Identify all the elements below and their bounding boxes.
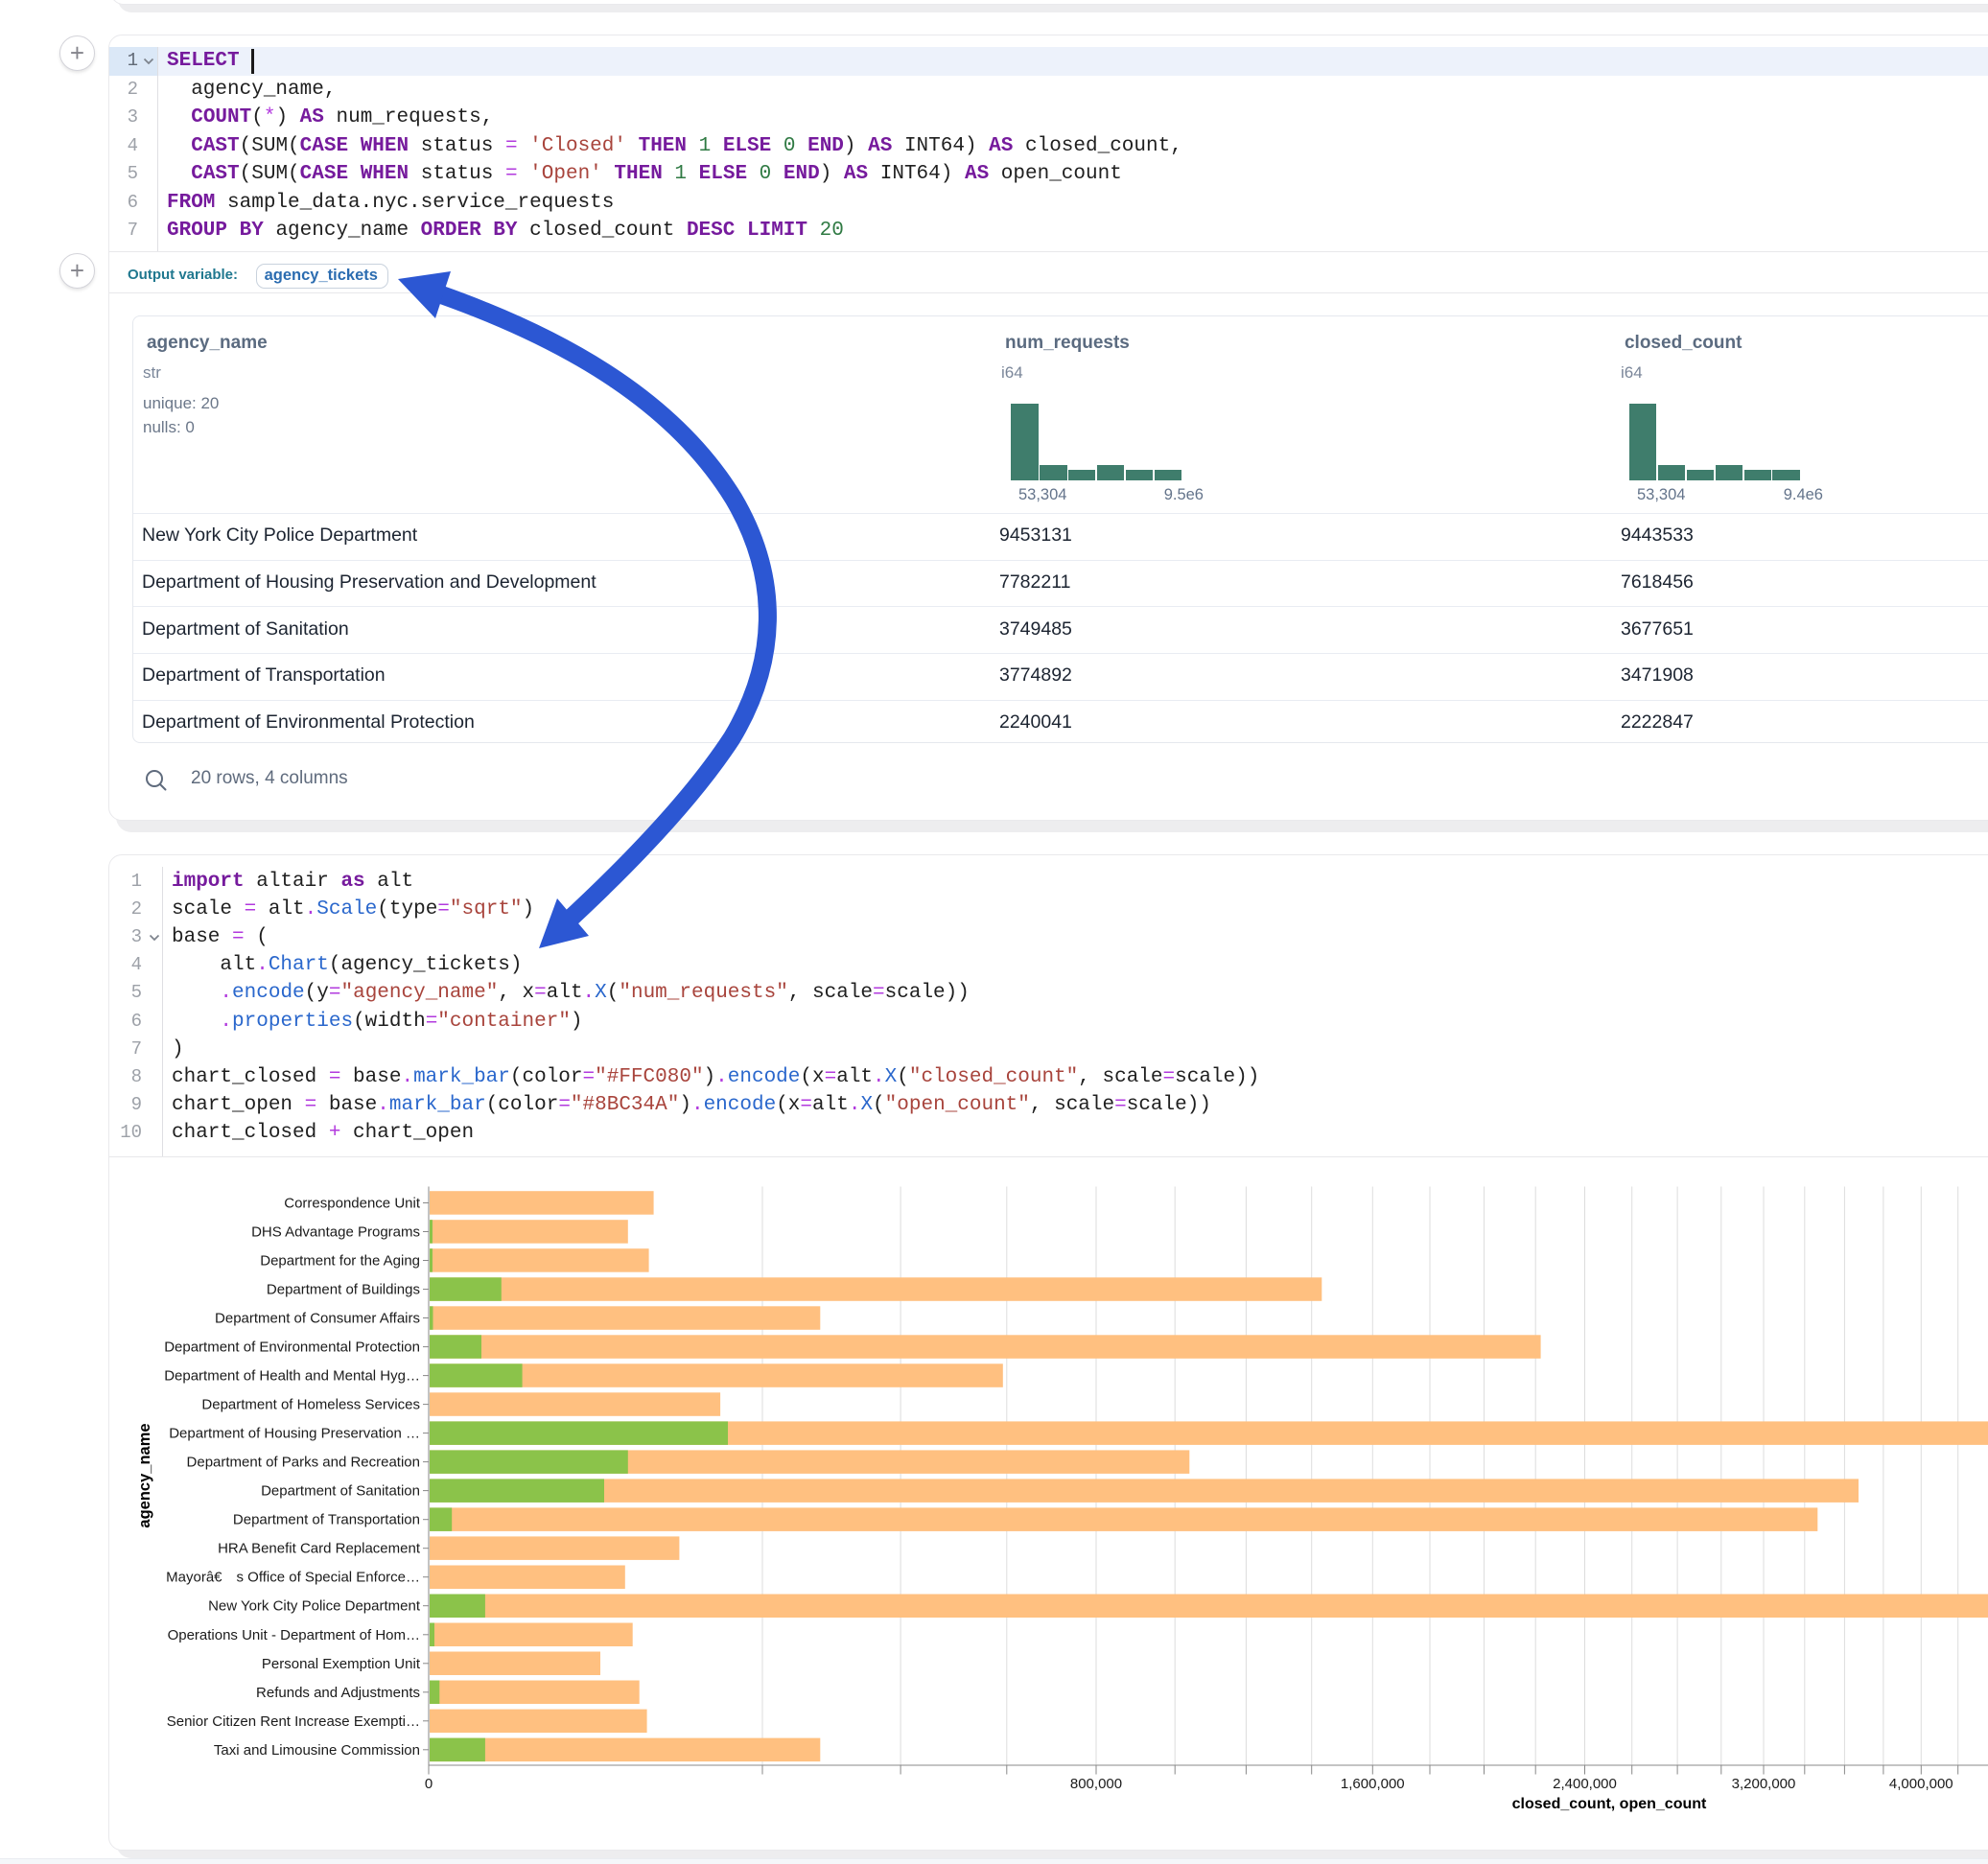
svg-text:Department of Parks and Recrea: Department of Parks and Recreation [187, 1455, 420, 1471]
svg-text:closed_count, open_count: closed_count, open_count [1512, 1796, 1707, 1812]
svg-text:Senior Citizen Rent Increase E: Senior Citizen Rent Increase Exempti… [167, 1713, 420, 1730]
svg-text:4,000,000: 4,000,000 [1889, 1776, 1953, 1792]
svg-text:Department of Environmental Pr: Department of Environmental Protection [164, 1340, 420, 1356]
svg-text:0: 0 [425, 1776, 433, 1792]
svg-text:Mayorâ€ s Office of Special E: Mayorâ€ s Office of Special Enforce… [166, 1570, 420, 1586]
svg-text:Department of Consumer Affairs: Department of Consumer Affairs [215, 1311, 420, 1327]
svg-text:1,600,000: 1,600,000 [1341, 1776, 1405, 1792]
svg-text:Department of Housing Preserva: Department of Housing Preservation … [169, 1426, 420, 1442]
svg-text:DHS Advantage Programs: DHS Advantage Programs [251, 1224, 420, 1241]
svg-text:2,400,000: 2,400,000 [1553, 1776, 1617, 1792]
svg-text:HRA Benefit Card Replacement: HRA Benefit Card Replacement [218, 1541, 421, 1557]
svg-text:Department of Sanitation: Department of Sanitation [261, 1483, 420, 1500]
svg-text:Correspondence Unit: Correspondence Unit [284, 1196, 421, 1212]
svg-text:800,000: 800,000 [1070, 1776, 1122, 1792]
svg-text:agency_name: agency_name [136, 1423, 153, 1527]
svg-text:Department of Transportation: Department of Transportation [233, 1512, 420, 1528]
svg-text:Department of Homeless Service: Department of Homeless Services [201, 1397, 420, 1413]
svg-text:Personal Exemption Unit: Personal Exemption Unit [262, 1656, 421, 1672]
svg-text:3,200,000: 3,200,000 [1732, 1776, 1796, 1792]
svg-text:Taxi and Limousine Commission: Taxi and Limousine Commission [214, 1742, 420, 1759]
svg-text:Operations Unit - Department o: Operations Unit - Department of Hom… [168, 1627, 420, 1643]
svg-text:Department of Buildings: Department of Buildings [267, 1282, 420, 1298]
svg-text:Department for the Aging: Department for the Aging [260, 1253, 420, 1270]
svg-text:New York City Police Departmen: New York City Police Department [208, 1598, 421, 1615]
svg-text:Department of Health and Menta: Department of Health and Mental Hyg… [164, 1368, 420, 1385]
svg-text:Refunds and Adjustments: Refunds and Adjustments [256, 1685, 420, 1701]
